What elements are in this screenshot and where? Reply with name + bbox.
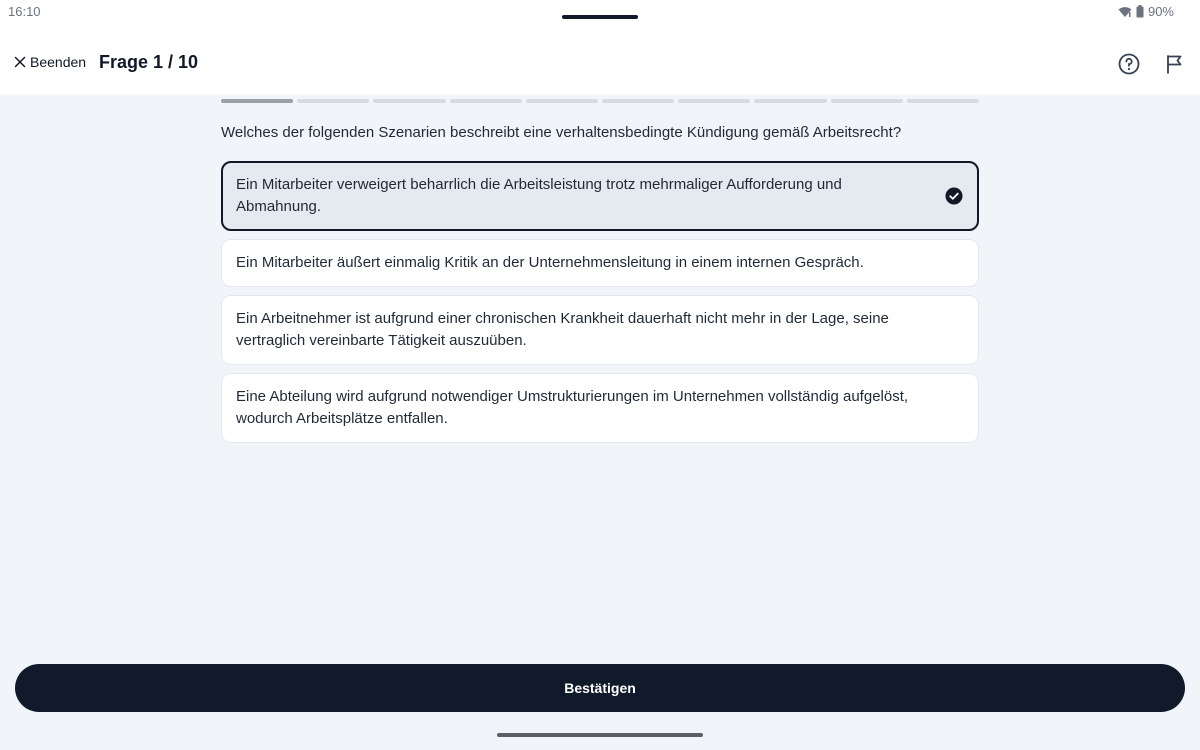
- progress-segment-9: [830, 99, 903, 103]
- confirm-button[interactable]: Bestätigen: [15, 664, 1185, 712]
- flag-button[interactable]: [1163, 52, 1187, 76]
- progress-bar: [221, 99, 980, 103]
- camera-notch: [562, 15, 638, 19]
- progress-segment-6: [602, 99, 675, 103]
- flag-icon: [1167, 55, 1182, 74]
- answer-option-3[interactable]: Ein Arbeitnehmer ist aufgrund einer chro…: [221, 295, 979, 365]
- progress-segment-5: [525, 99, 599, 103]
- progress-segment-4: [449, 99, 522, 103]
- answer-option-2[interactable]: Ein Mitarbeiter äußert einmalig Kritik a…: [221, 239, 979, 287]
- page-title: Frage 1 / 10: [99, 52, 199, 72]
- progress-segment-1: [221, 99, 294, 103]
- answer-option-text: Ein Mitarbeiter verweigert beharrlich di…: [236, 176, 842, 215]
- question-text: Welches der folgenden Szenarien beschrei…: [221, 124, 902, 141]
- battery-icon: [1136, 5, 1144, 18]
- wifi-icon: [1118, 6, 1132, 18]
- answer-option-4[interactable]: Eine Abteilung wird aufgrund notwendiger…: [221, 373, 979, 443]
- answer-options: Ein Mitarbeiter verweigert beharrlich di…: [221, 161, 979, 443]
- progress-segment-7: [678, 99, 751, 103]
- answer-option-text: Ein Mitarbeiter äußert einmalig Kritik a…: [236, 254, 864, 271]
- check-circle-icon: [945, 187, 963, 205]
- home-indicator[interactable]: [497, 733, 703, 737]
- quit-label: Beenden: [30, 54, 87, 70]
- status-time: 16:10: [8, 4, 41, 19]
- help-button[interactable]: [1117, 52, 1141, 76]
- progress-segment-2: [297, 99, 370, 103]
- progress-segment-10: [906, 99, 980, 103]
- quit-button[interactable]: Beenden: [14, 54, 86, 70]
- close-icon: [14, 56, 26, 68]
- status-bar: 16:10 90%: [0, 0, 1200, 30]
- help-circle-icon: [1118, 53, 1140, 75]
- battery-level: 90%: [1147, 4, 1174, 19]
- progress-segment-8: [754, 99, 827, 103]
- answer-option-text: Eine Abteilung wird aufgrund notwendiger…: [236, 388, 909, 427]
- answer-option-text: Ein Arbeitnehmer ist aufgrund einer chro…: [236, 310, 889, 349]
- progress-segment-3: [373, 99, 446, 103]
- quiz-header: Beenden Frage 1 / 10: [0, 40, 1200, 88]
- top-bar: 16:10 90% Beenden Frage 1 / 10: [0, 0, 1200, 95]
- status-right: 90%: [1118, 4, 1174, 19]
- answer-option-1[interactable]: Ein Mitarbeiter verweigert beharrlich di…: [221, 161, 979, 231]
